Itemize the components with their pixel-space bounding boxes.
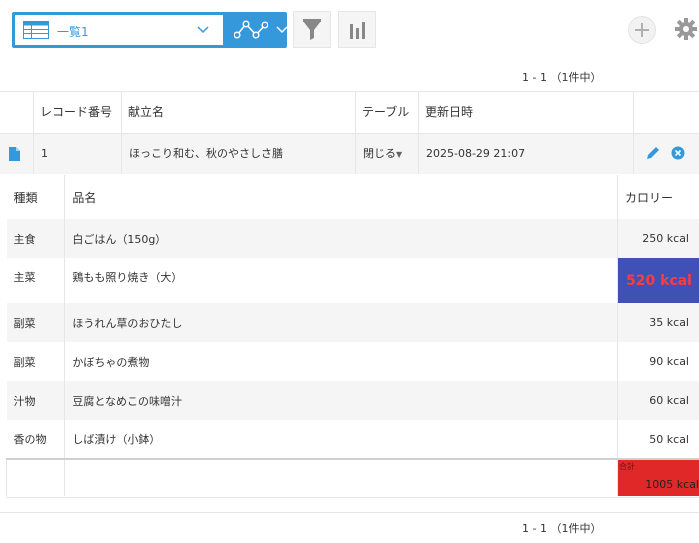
- record-updated: 2025-08-29 21:07: [426, 147, 526, 160]
- divider: [418, 134, 419, 174]
- plus-icon: [635, 23, 649, 37]
- row-item: かぼちゃの煮物: [64, 342, 618, 381]
- divider: [633, 134, 634, 174]
- subtable-header-kind: 種類: [6, 175, 66, 219]
- view-selector[interactable]: 一覧1: [12, 12, 288, 48]
- table-toggle-label: 閉じる: [363, 147, 396, 160]
- subtable: 種類 品名 カロリー 主食 白ごはん（150g） 250 kcal 主菜 鶏もも…: [5, 175, 699, 496]
- filter-icon: [303, 19, 321, 40]
- total-spacer: [5, 458, 66, 496]
- subtable-header-item: 品名: [64, 175, 618, 219]
- record-menu: ほっこり和む、秋のやさしさ膳: [129, 147, 283, 160]
- table-row: [0, 134, 699, 174]
- divider: [33, 134, 34, 174]
- caret-down-icon: ▼: [396, 150, 403, 159]
- row-item: 白ごはん（150g）: [64, 219, 618, 258]
- header-actions: [633, 92, 699, 133]
- table-row: 汁物 豆腐となめこの味噌汁 60 kcal: [6, 381, 699, 420]
- header-spacer: [0, 92, 34, 133]
- total-spacer: [64, 458, 618, 496]
- row-cal: 35 kcal: [617, 303, 699, 342]
- row-kind: 香の物: [6, 420, 66, 459]
- view-name: 一覧1: [57, 25, 89, 39]
- row-item: 鶏もも照り焼き（大）: [64, 258, 618, 303]
- row-item: 豆腐となめこの味噌汁: [64, 381, 618, 420]
- row-item: しば漬け（小鉢）: [64, 420, 618, 459]
- pagination-top: 1 - 1 （1件中）: [522, 71, 602, 84]
- add-record-button[interactable]: [628, 16, 656, 44]
- table-icon: [23, 21, 49, 39]
- divider: [0, 512, 699, 513]
- delete-icon[interactable]: [671, 146, 685, 160]
- subtable-header-cal: カロリー: [617, 175, 699, 219]
- row-kind: 主食: [6, 219, 66, 258]
- row-kind: 主菜: [6, 258, 66, 303]
- row-cal: 50 kcal: [617, 420, 699, 459]
- table-row: 副菜 かぼちゃの煮物 90 kcal: [6, 342, 699, 381]
- table-row: 主菜 鶏もも照り焼き（大） 520 kcal: [6, 258, 699, 303]
- row-kind: 汁物: [6, 381, 66, 420]
- total-label: 合計: [619, 462, 636, 471]
- divider: [121, 134, 122, 174]
- chevron-down-icon: [197, 26, 209, 34]
- column-header-menu[interactable]: 献立名: [121, 92, 356, 133]
- table-row: 香の物 しば漬け（小鉢） 50 kcal: [6, 420, 699, 459]
- table-row: 副菜 ほうれん草のおひたし 35 kcal: [6, 303, 699, 342]
- record-no: 1: [41, 147, 48, 160]
- table-row: 主食 白ごはん（150g） 250 kcal: [6, 219, 699, 258]
- filter-button[interactable]: [293, 11, 331, 48]
- view-dropdown[interactable]: 一覧1: [15, 15, 223, 45]
- bar-chart-icon: [350, 22, 365, 39]
- total-cell: 合計 1005 kcal: [617, 458, 699, 496]
- record-detail-icon[interactable]: [9, 147, 20, 161]
- pagination-bottom: 1 - 1 （1件中）: [522, 522, 602, 535]
- graph-icon[interactable]: [234, 19, 268, 41]
- column-header-table[interactable]: テーブル: [355, 92, 419, 133]
- total-value: 1005 kcal: [645, 478, 699, 491]
- pencil-icon[interactable]: [646, 146, 660, 160]
- divider: [355, 134, 356, 174]
- chevron-down-icon[interactable]: [276, 26, 288, 34]
- row-kind: 副菜: [6, 342, 66, 381]
- total-row: 合計 1005 kcal: [5, 458, 699, 496]
- column-header-updated[interactable]: 更新日時: [418, 92, 634, 133]
- gear-icon[interactable]: [675, 18, 697, 40]
- row-cal: 60 kcal: [617, 381, 699, 420]
- graph-button[interactable]: [338, 11, 376, 48]
- column-header-record-no[interactable]: レコード番号: [33, 92, 122, 133]
- row-kind: 副菜: [6, 303, 66, 342]
- divider: [6, 497, 699, 498]
- table-toggle[interactable]: 閉じる▼: [363, 134, 402, 174]
- row-item: ほうれん草のおひたし: [64, 303, 618, 342]
- row-cal-highlight: 520 kcal: [617, 258, 699, 303]
- row-cal: 250 kcal: [617, 219, 699, 258]
- row-cal: 90 kcal: [617, 342, 699, 381]
